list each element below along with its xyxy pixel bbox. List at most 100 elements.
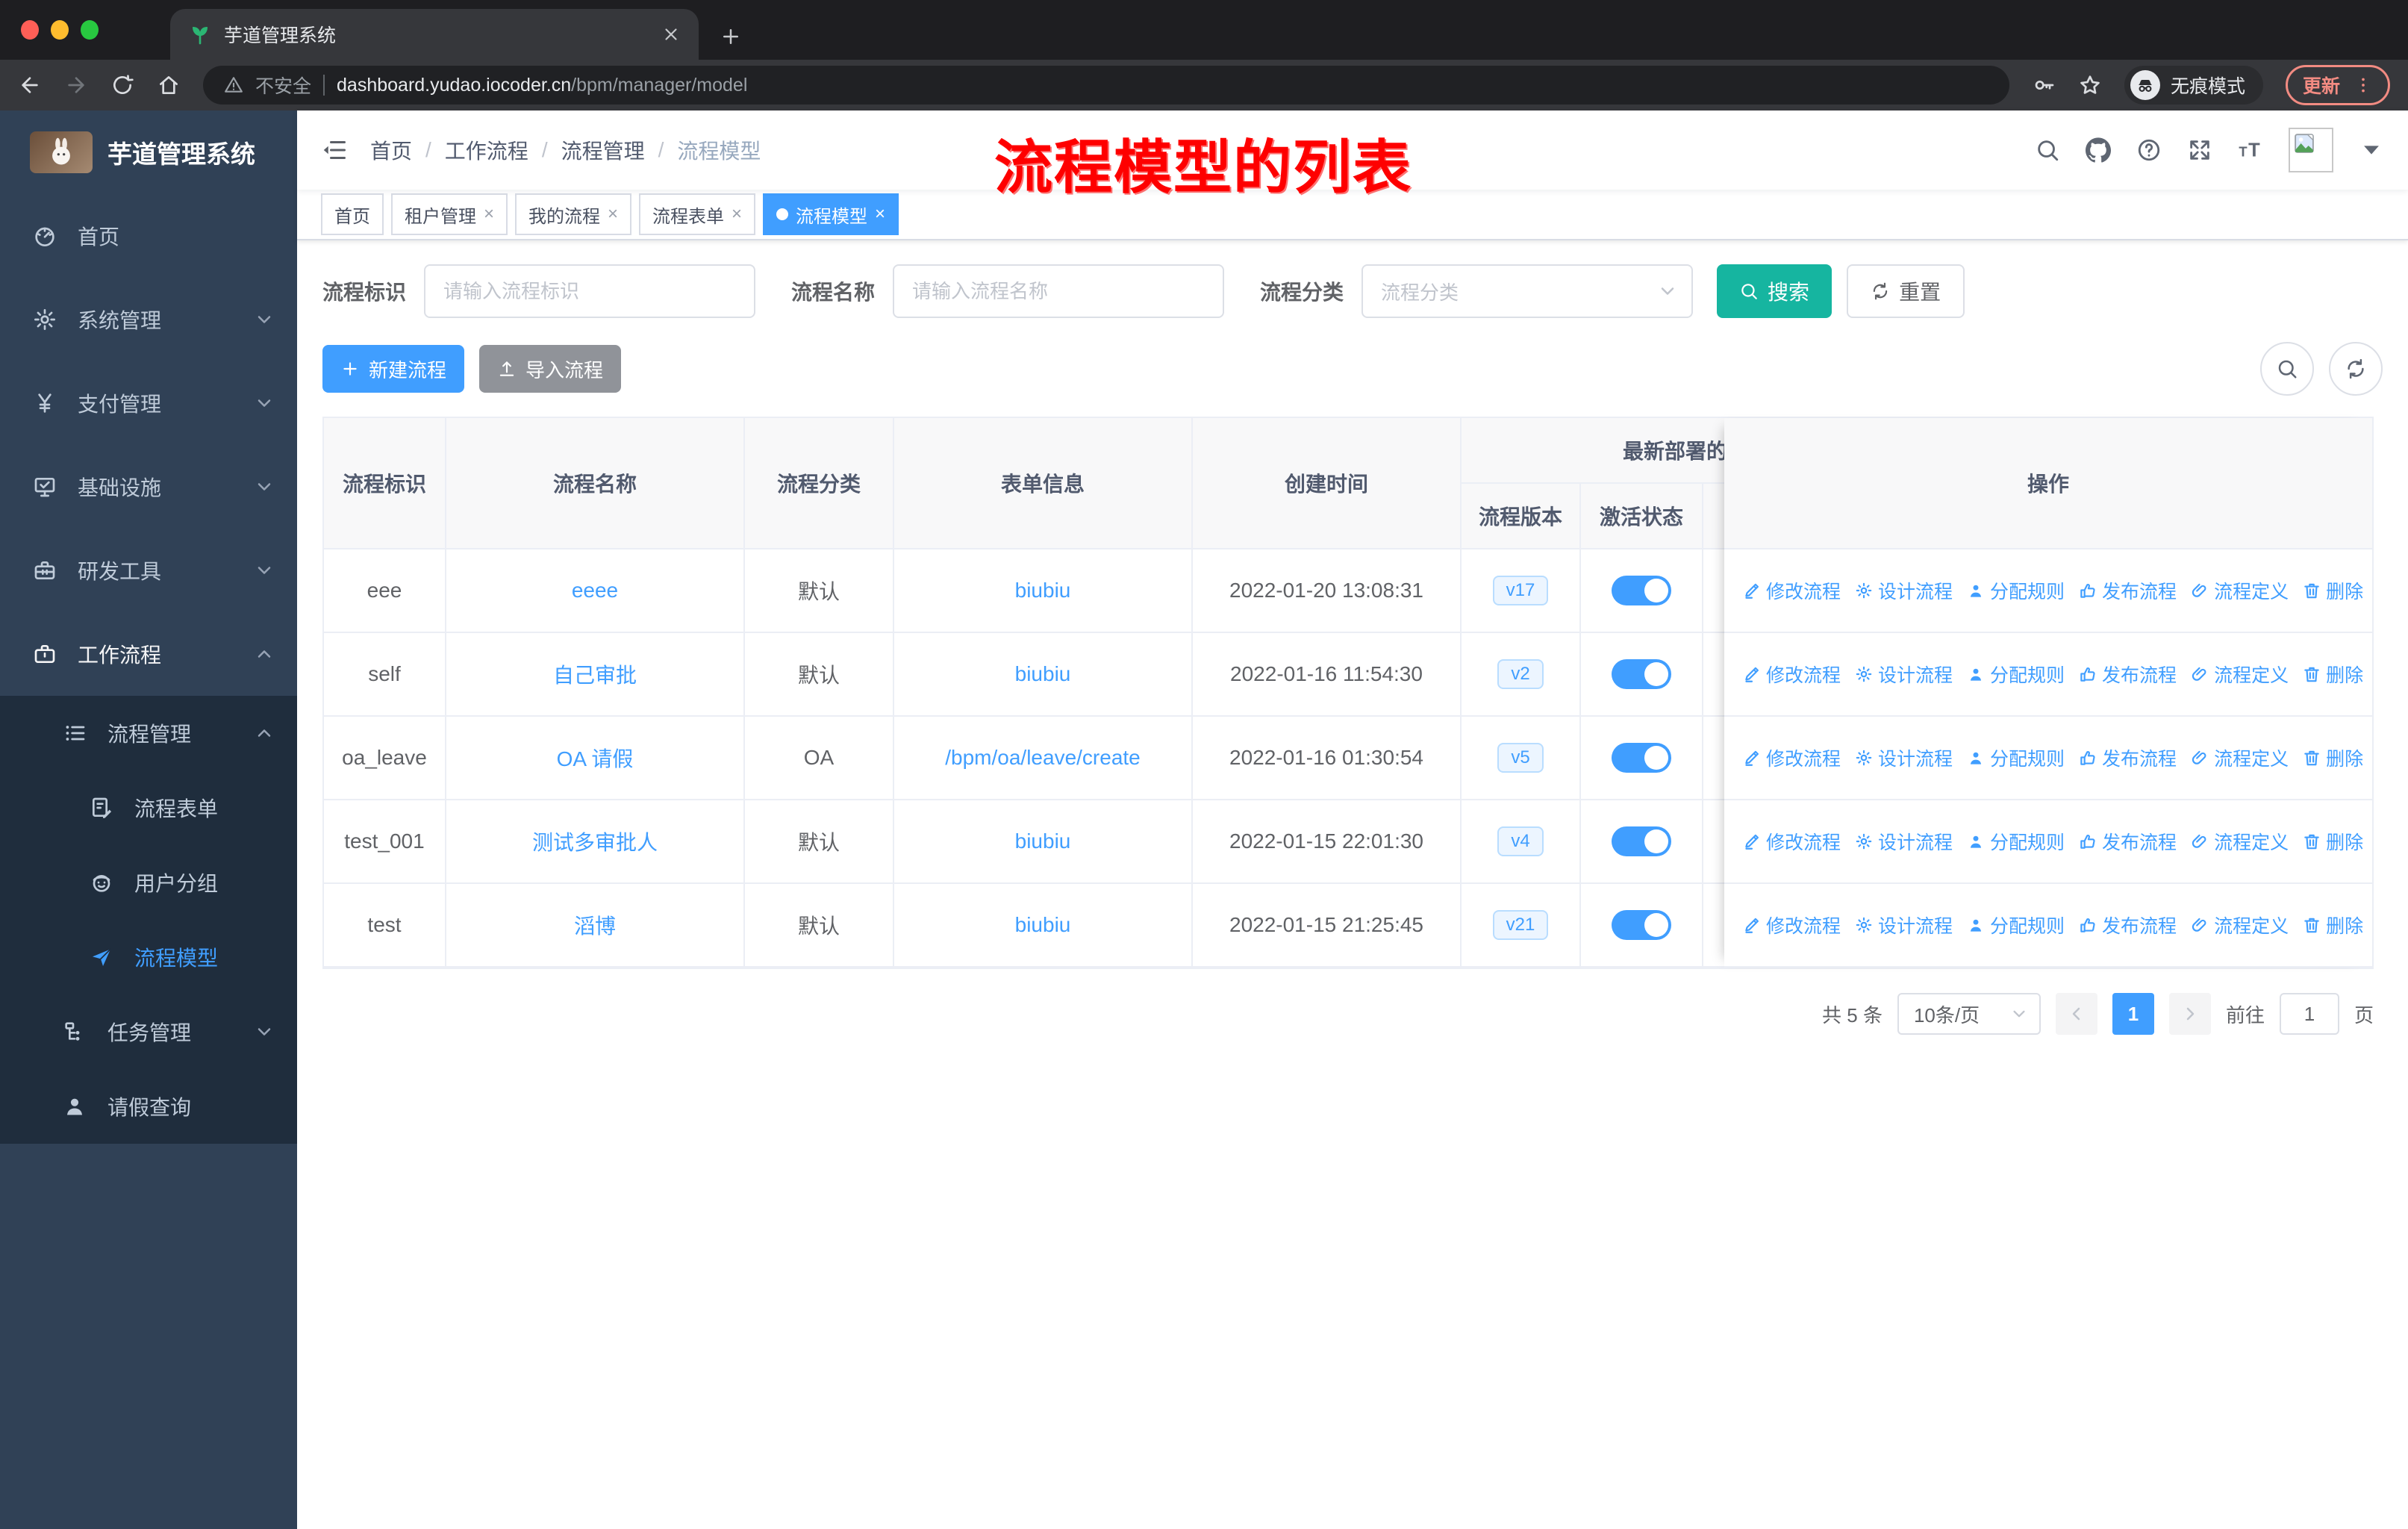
status-toggle[interactable] (1612, 743, 1671, 773)
search-button[interactable]: 搜索 (1717, 264, 1832, 318)
status-toggle[interactable] (1612, 826, 1671, 856)
action-修改流程[interactable]: 修改流程 (1742, 661, 1841, 688)
form-info-link[interactable]: biubiu (1015, 913, 1071, 937)
forward-button[interactable] (64, 73, 88, 97)
sidebar-fold-icon[interactable] (321, 137, 348, 164)
github-icon[interactable] (2086, 137, 2111, 163)
form-info-link[interactable]: biubiu (1015, 579, 1071, 602)
action-删除[interactable]: 删除 (2302, 577, 2363, 604)
password-key-icon[interactable] (2032, 73, 2056, 97)
process-name-link[interactable]: 滔博 (574, 910, 616, 940)
bookmark-star-icon[interactable] (2078, 73, 2102, 97)
action-修改流程[interactable]: 修改流程 (1742, 744, 1841, 771)
action-删除[interactable]: 删除 (2302, 828, 2363, 855)
action-修改流程[interactable]: 修改流程 (1742, 577, 1841, 604)
avatar[interactable] (2289, 128, 2333, 172)
action-删除[interactable]: 删除 (2302, 912, 2363, 938)
action-流程定义[interactable]: 流程定义 (2190, 828, 2289, 855)
breadcrumb-item[interactable]: 工作流程 (445, 135, 528, 165)
action-流程定义[interactable]: 流程定义 (2190, 661, 2289, 688)
status-toggle[interactable] (1612, 659, 1671, 689)
window-minimize-button[interactable] (51, 20, 69, 40)
window-zoom-button[interactable] (81, 20, 99, 40)
address-bar[interactable]: 不安全 dashboard.yudao.iocoder.cn/bpm/manag… (203, 66, 2009, 105)
create-process-button[interactable]: 新建流程 (322, 345, 465, 393)
action-修改流程[interactable]: 修改流程 (1742, 912, 1841, 938)
sidebar-item-流程模型[interactable]: 流程模型 (0, 920, 297, 994)
process-name-link[interactable]: 自己审批 (553, 659, 637, 689)
help-icon[interactable] (2136, 137, 2162, 163)
tag-首页[interactable]: 首页 (321, 193, 384, 235)
process-name-link[interactable]: 测试多审批人 (532, 826, 658, 856)
show-search-button[interactable] (2260, 342, 2314, 396)
tag-close-icon[interactable]: × (732, 205, 742, 223)
action-设计流程[interactable]: 设计流程 (1854, 828, 1953, 855)
action-发布流程[interactable]: 发布流程 (2078, 828, 2177, 855)
reset-button[interactable]: 重置 (1847, 264, 1965, 318)
new-tab-button[interactable] (720, 25, 742, 48)
tag-close-icon[interactable]: × (484, 205, 494, 223)
chevron-down-icon[interactable] (2359, 137, 2384, 163)
status-toggle[interactable] (1612, 910, 1671, 940)
sidebar-item-流程表单[interactable]: 流程表单 (0, 770, 297, 845)
action-设计流程[interactable]: 设计流程 (1854, 661, 1953, 688)
category-select[interactable]: 流程分类 (1361, 264, 1694, 318)
form-info-link[interactable]: biubiu (1015, 829, 1071, 853)
sidebar-item-基础设施[interactable]: 基础设施 (0, 445, 297, 529)
status-toggle[interactable] (1612, 576, 1671, 605)
action-流程定义[interactable]: 流程定义 (2190, 577, 2289, 604)
breadcrumb-item[interactable]: 流程管理 (561, 135, 645, 165)
refresh-table-button[interactable] (2329, 342, 2383, 396)
home-button[interactable] (157, 73, 181, 97)
sidebar-item-首页[interactable]: 首页 (0, 194, 297, 278)
tag-close-icon[interactable]: × (875, 205, 885, 223)
browser-tab[interactable]: 芋道管理系统 (170, 9, 699, 60)
action-流程定义[interactable]: 流程定义 (2190, 744, 2289, 771)
font-size-icon[interactable]: TT (2238, 137, 2263, 163)
fullscreen-icon[interactable] (2187, 137, 2212, 163)
tag-流程表单[interactable]: 流程表单 × (639, 193, 756, 235)
action-发布流程[interactable]: 发布流程 (2078, 661, 2177, 688)
process-name-input[interactable] (893, 264, 1225, 318)
import-process-button[interactable]: 导入流程 (479, 345, 622, 393)
sidebar-item-工作流程[interactable]: 工作流程 (0, 612, 297, 696)
sidebar-item-用户分组[interactable]: 用户分组 (0, 845, 297, 920)
page-number-button[interactable]: 1 (2112, 993, 2154, 1035)
form-info-link[interactable]: biubiu (1015, 662, 1071, 686)
action-分配规则[interactable]: 分配规则 (1966, 577, 2065, 604)
sidebar-item-请假查询[interactable]: 请假查询 (0, 1069, 297, 1144)
action-修改流程[interactable]: 修改流程 (1742, 828, 1841, 855)
action-删除[interactable]: 删除 (2302, 744, 2363, 771)
sidebar-item-流程管理[interactable]: 流程管理 (0, 696, 297, 770)
page-size-select[interactable]: 10条/页 (1897, 993, 2041, 1035)
action-分配规则[interactable]: 分配规则 (1966, 744, 2065, 771)
action-分配规则[interactable]: 分配规则 (1966, 828, 2065, 855)
prev-page-button[interactable] (2055, 993, 2097, 1035)
action-设计流程[interactable]: 设计流程 (1854, 912, 1953, 938)
next-page-button[interactable] (2168, 993, 2211, 1035)
sidebar-item-任务管理[interactable]: 任务管理 (0, 994, 297, 1069)
tag-租户管理[interactable]: 租户管理 × (391, 193, 508, 235)
goto-page-input[interactable] (2279, 993, 2339, 1035)
action-分配规则[interactable]: 分配规则 (1966, 912, 2065, 938)
action-设计流程[interactable]: 设计流程 (1854, 744, 1953, 771)
reload-button[interactable] (110, 73, 134, 97)
action-发布流程[interactable]: 发布流程 (2078, 577, 2177, 604)
tab-close-icon[interactable] (661, 25, 681, 44)
tag-close-icon[interactable]: × (608, 205, 618, 223)
search-icon[interactable] (2035, 137, 2060, 163)
sidebar-item-系统管理[interactable]: 系统管理 (0, 278, 297, 361)
action-发布流程[interactable]: 发布流程 (2078, 912, 2177, 938)
process-name-link[interactable]: eeee (572, 579, 618, 602)
action-流程定义[interactable]: 流程定义 (2190, 912, 2289, 938)
browser-menu-icon[interactable] (2354, 75, 2373, 95)
process-name-link[interactable]: OA 请假 (557, 743, 634, 773)
action-设计流程[interactable]: 设计流程 (1854, 577, 1953, 604)
tag-流程模型[interactable]: 流程模型 × (763, 193, 899, 235)
form-info-link[interactable]: /bpm/oa/leave/create (945, 746, 1141, 770)
action-删除[interactable]: 删除 (2302, 661, 2363, 688)
sidebar-item-支付管理[interactable]: 支付管理 (0, 361, 297, 445)
update-button[interactable]: 更新 (2285, 65, 2390, 105)
tag-我的流程[interactable]: 我的流程 × (515, 193, 632, 235)
sidebar-item-研发工具[interactable]: 研发工具 (0, 529, 297, 612)
